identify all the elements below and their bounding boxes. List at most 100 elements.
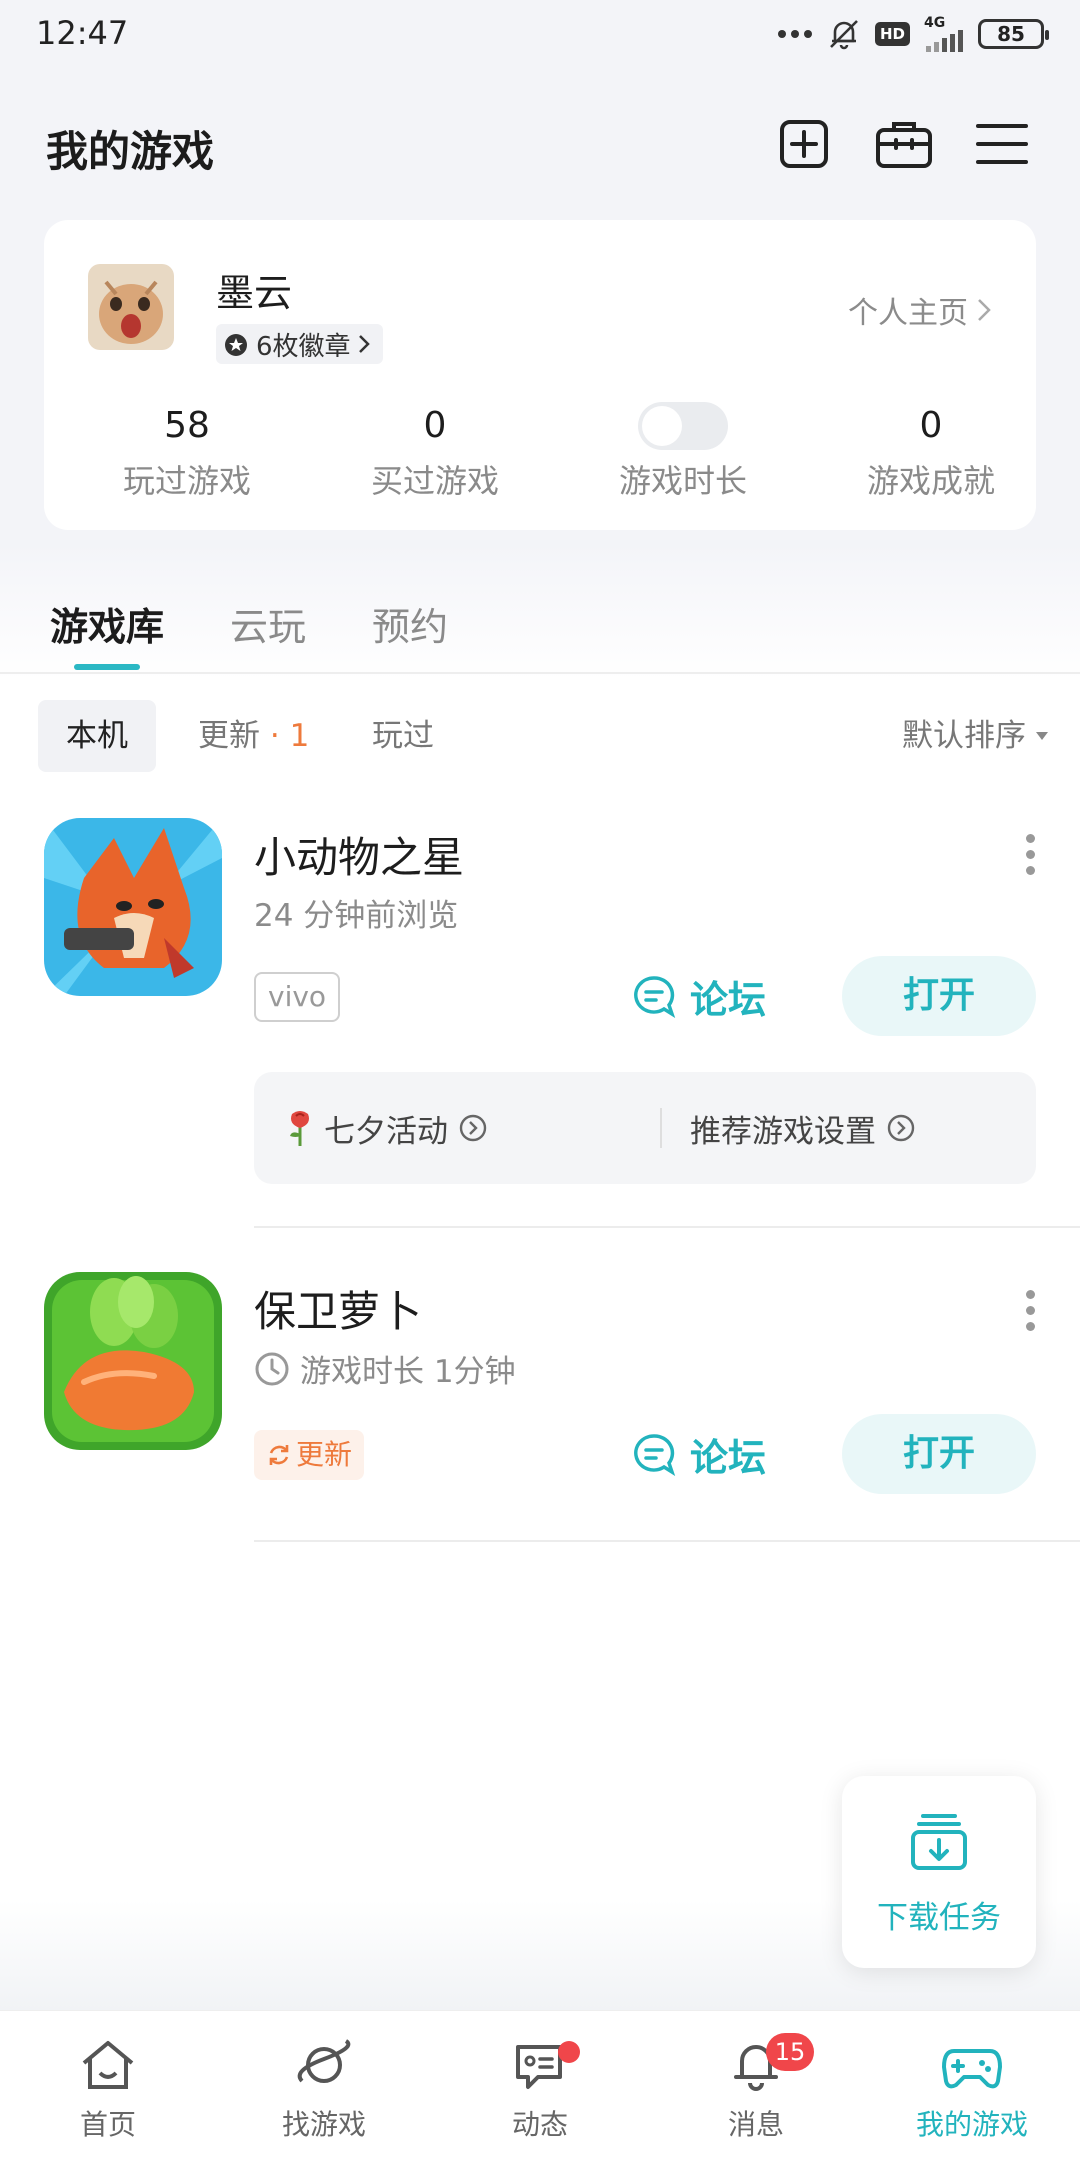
stat-label: 游戏成就 [866,462,995,500]
download-task-button[interactable]: 下载任务 [842,1776,1036,1968]
open-button[interactable]: 打开 [842,956,1036,1036]
rose-icon [290,1111,309,1146]
nav-feed[interactable]: 动态 [432,2011,648,2160]
toolbox-icon[interactable] [872,112,936,176]
nav-label: 首页 [79,2108,136,2141]
feed-unread-dot [558,2041,580,2063]
update-tag-label: 更新 [296,1438,353,1471]
add-icon[interactable] [772,112,836,176]
stat-label: 买过游戏 [370,462,499,500]
stat-value: 0 [423,405,447,446]
medal-icon [225,334,247,356]
more-options-icon[interactable] [1026,1290,1036,1338]
game-icon-animal-star[interactable] [44,818,222,996]
clock-icon [255,1352,289,1385]
caret-down-icon [1036,732,1048,740]
qixi-activity-label: 七夕活动 [324,1113,448,1150]
stat-value: 0 [919,405,943,446]
stat-label: 玩过游戏 [122,462,251,500]
playtime-toggle[interactable] [638,402,728,450]
game-name[interactable]: 小动物之星 [254,824,464,885]
gamepad-icon [942,2049,1002,2089]
battery-icon: 85 [978,19,1049,49]
sort-label: 默认排序 [902,718,1026,754]
badge-chip[interactable]: 6枚徽章 [216,324,383,364]
planet-icon [297,2039,351,2083]
more-options-icon[interactable] [1026,834,1036,882]
stat-label: 游戏时长 [618,462,747,500]
nav-label: 找游戏 [281,2108,366,2141]
vivo-tag: vivo [254,972,341,1022]
forum-label: 论坛 [690,1435,767,1480]
forum-button[interactable]: 论坛 [632,956,766,1036]
filter-update[interactable]: 更新 · 1 [170,700,337,772]
stat-playtime[interactable]: 游戏时长 [558,402,808,502]
recommended-settings-label: 推荐游戏设置 [690,1113,876,1150]
signal-icon: 4G [924,16,964,52]
recommended-settings[interactable]: 推荐游戏设置 [690,1072,916,1184]
stat-bought[interactable]: 0 买过游戏 [310,402,560,502]
chevron-right-icon [358,335,370,353]
forum-button[interactable]: 论坛 [632,1414,766,1494]
refresh-icon [269,1445,289,1465]
hd-icon: HD [874,22,910,46]
status-time: 12:47 [36,14,129,52]
tab-library[interactable]: 游戏库 [50,596,164,651]
game-icon-carrot[interactable] [44,1272,222,1450]
chevron-right-icon [978,299,991,321]
circle-chevron-icon [887,1114,915,1142]
page-title: 我的游戏 [46,127,215,176]
forum-label: 论坛 [690,977,767,1022]
profile-home-link[interactable]: 个人主页 [848,288,992,332]
stat-value: 58 [164,405,210,446]
download-icon [911,1814,967,1870]
tab-cloud-play[interactable]: 云玩 [230,596,306,651]
avatar[interactable] [88,264,174,350]
mute-bell-icon [830,20,858,50]
download-task-label: 下载任务 [877,1900,1001,1936]
nav-label: 消息 [727,2108,784,2141]
messages-badge: 15 [766,2033,814,2071]
battery-level: 85 [997,22,1025,46]
forum-icon [634,1434,676,1476]
nav-label: 动态 [511,2108,568,2141]
nav-label: 我的游戏 [915,2108,1028,2141]
filter-update-label: 更新 [198,718,260,754]
qixi-activity[interactable]: 七夕活动 [286,1072,488,1184]
game-name[interactable]: 保卫萝卜 [254,1278,422,1339]
bottom-nav: 首页 找游戏 动态 15 消息 我的游戏 [0,2010,1080,2160]
nav-home[interactable]: 首页 [0,2011,216,2160]
nav-my-games[interactable]: 我的游戏 [864,2011,1080,2160]
username[interactable]: 墨云 [216,262,292,317]
menu-icon[interactable] [970,112,1034,176]
home-icon [82,2041,134,2089]
row-divider [254,1540,1080,1542]
profile-home-label: 个人主页 [848,296,968,331]
network-type: 4G [924,15,946,31]
more-dots-icon [777,30,812,38]
badge-count: 6枚徽章 [256,331,351,362]
stat-achievements[interactable]: 0 游戏成就 [806,402,1056,502]
stat-value [558,402,808,450]
forum-icon [634,976,676,1018]
open-button[interactable]: 打开 [842,1414,1036,1494]
game-subtitle-text: 游戏时长 1分钟 [300,1354,516,1390]
filter-local[interactable]: 本机 [38,700,156,772]
nav-messages[interactable]: 15 消息 [648,2011,864,2160]
tab-indicator [74,664,140,670]
game-subtitle: 游戏时长 1分钟 [254,1346,516,1391]
row-divider [254,1226,1080,1228]
update-count: · 1 [269,718,310,754]
status-icons: HD 4G 85 [777,16,1049,52]
nav-find-games[interactable]: 找游戏 [216,2011,432,2160]
game-subtitle: 24 分钟前浏览 [254,890,458,935]
tab-reservations[interactable]: 预约 [372,596,448,651]
circle-chevron-icon [459,1114,487,1142]
update-tag: 更新 [254,1430,365,1480]
stat-played[interactable]: 58 玩过游戏 [62,402,312,502]
tabs-divider [0,672,1080,674]
activity-divider [660,1108,662,1148]
activity-bar: 七夕活动 推荐游戏设置 [254,1072,1036,1184]
sort-dropdown[interactable]: 默认排序 [902,700,1050,772]
filter-played[interactable]: 玩过 [344,700,462,772]
